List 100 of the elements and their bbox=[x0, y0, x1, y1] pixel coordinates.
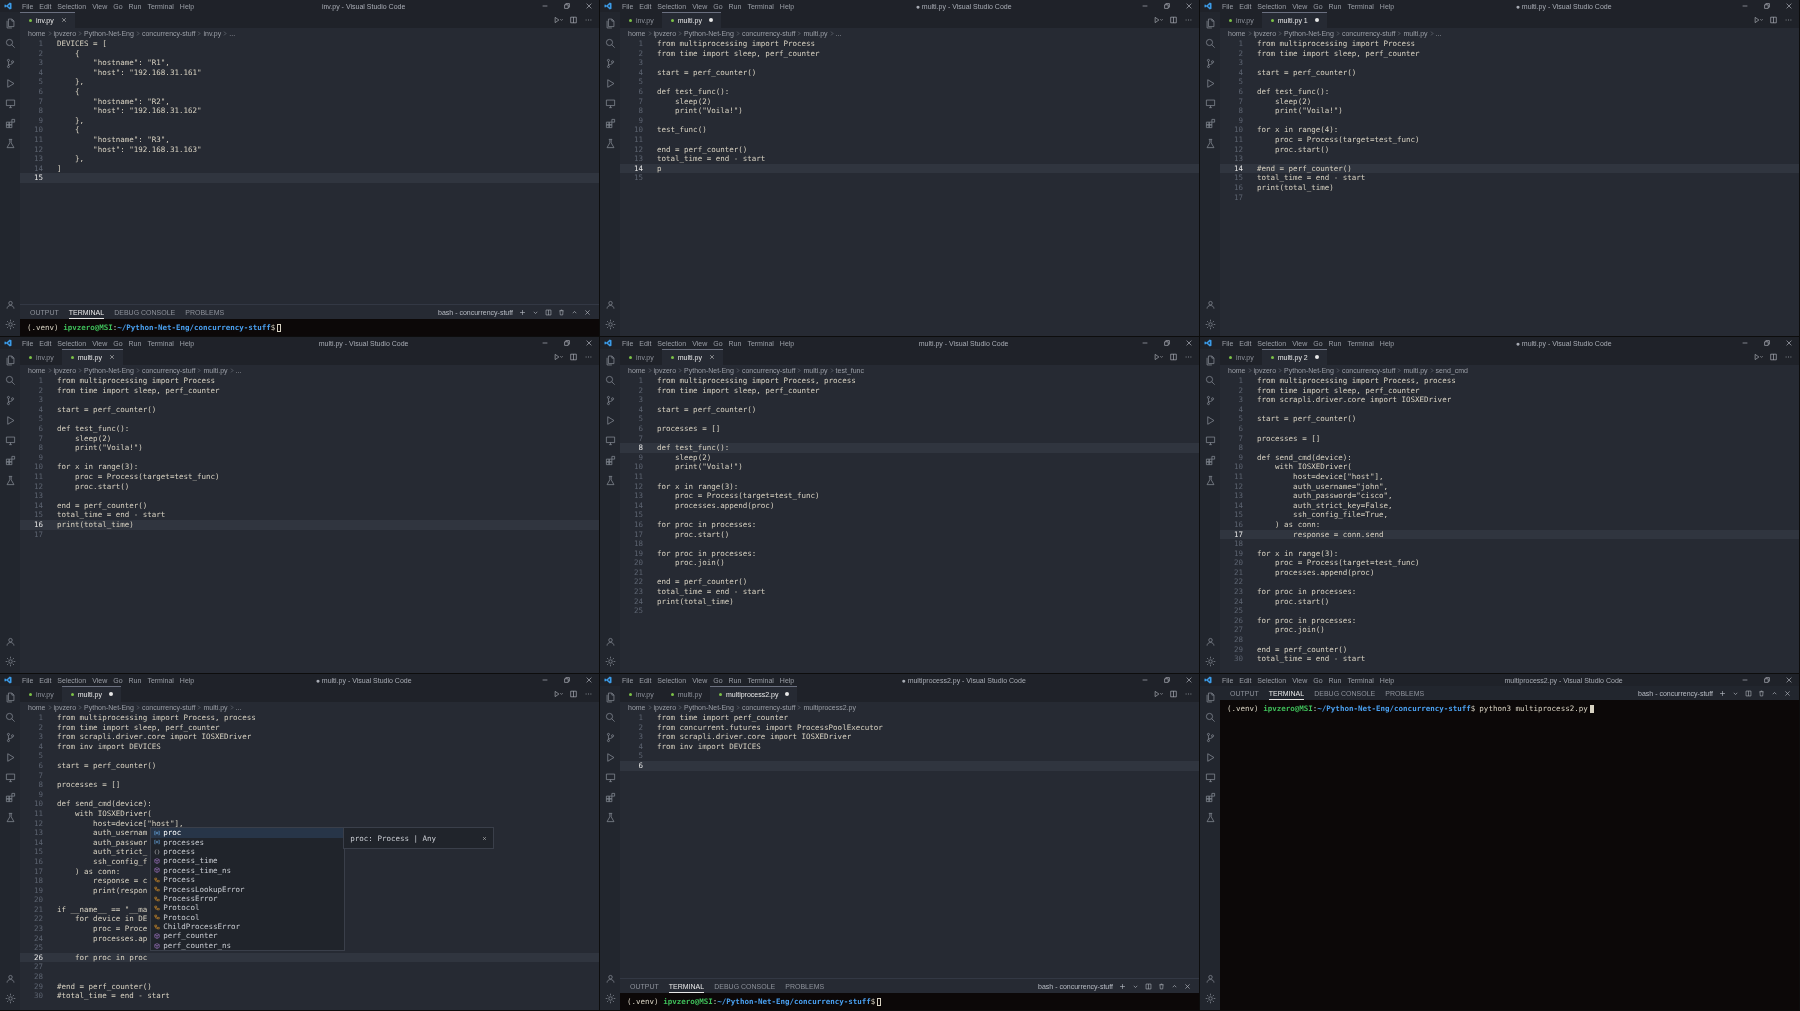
account-icon[interactable] bbox=[4, 973, 16, 984]
play-icon[interactable] bbox=[4, 78, 16, 89]
modified-dot[interactable] bbox=[1314, 355, 1319, 359]
branch-icon[interactable] bbox=[604, 395, 616, 406]
run-icon[interactable] bbox=[554, 353, 563, 361]
search-icon[interactable] bbox=[4, 375, 16, 386]
restore-icon[interactable] bbox=[1763, 339, 1771, 347]
play-icon[interactable] bbox=[604, 78, 616, 89]
flask-icon[interactable] bbox=[604, 138, 616, 149]
restore-icon[interactable] bbox=[1163, 2, 1171, 10]
run-icon[interactable] bbox=[554, 690, 563, 698]
play-icon[interactable] bbox=[4, 752, 16, 763]
flask-icon[interactable] bbox=[1204, 475, 1216, 486]
play-icon[interactable] bbox=[1204, 415, 1216, 426]
branch-icon[interactable] bbox=[4, 395, 16, 406]
close-icon[interactable] bbox=[1785, 2, 1793, 10]
branch-icon[interactable] bbox=[4, 58, 16, 69]
trash-icon[interactable] bbox=[1758, 689, 1765, 697]
search-icon[interactable] bbox=[604, 38, 616, 49]
files-icon[interactable] bbox=[604, 692, 616, 703]
run-icon[interactable] bbox=[1154, 690, 1163, 698]
account-icon[interactable] bbox=[604, 299, 616, 310]
blocks-icon[interactable] bbox=[1204, 792, 1216, 803]
flask-icon[interactable] bbox=[604, 475, 616, 486]
minimize-icon[interactable] bbox=[1141, 676, 1149, 684]
play-icon[interactable] bbox=[1204, 78, 1216, 89]
run-icon[interactable] bbox=[1154, 16, 1163, 24]
minimize-icon[interactable] bbox=[1741, 2, 1749, 10]
monitor-icon[interactable] bbox=[4, 435, 16, 446]
plus-icon[interactable] bbox=[1119, 982, 1126, 990]
branch-icon[interactable] bbox=[1204, 395, 1216, 406]
split-icon[interactable] bbox=[1745, 689, 1752, 697]
close-icon[interactable] bbox=[1185, 2, 1193, 10]
blocks-icon[interactable] bbox=[4, 792, 16, 803]
settings-icon[interactable] bbox=[4, 993, 16, 1004]
split-editor-icon[interactable] bbox=[1169, 16, 1178, 24]
monitor-icon[interactable] bbox=[4, 98, 16, 109]
close-icon[interactable] bbox=[60, 17, 67, 23]
split-editor-icon[interactable] bbox=[569, 16, 578, 24]
split-editor-icon[interactable] bbox=[569, 690, 578, 698]
account-icon[interactable] bbox=[604, 973, 616, 984]
flask-icon[interactable] bbox=[4, 475, 16, 486]
blocks-icon[interactable] bbox=[604, 792, 616, 803]
monitor-icon[interactable] bbox=[604, 435, 616, 446]
close-icon[interactable] bbox=[1785, 676, 1793, 684]
minimize-icon[interactable] bbox=[1741, 339, 1749, 347]
files-icon[interactable] bbox=[604, 355, 616, 366]
search-icon[interactable] bbox=[4, 712, 16, 723]
restore-icon[interactable] bbox=[563, 339, 571, 347]
close-icon[interactable] bbox=[585, 2, 593, 10]
split-editor-icon[interactable] bbox=[1769, 353, 1778, 361]
account-icon[interactable] bbox=[4, 299, 16, 310]
close-icon[interactable] bbox=[584, 308, 591, 316]
files-icon[interactable] bbox=[4, 18, 16, 29]
monitor-icon[interactable] bbox=[1204, 772, 1216, 783]
restore-icon[interactable] bbox=[563, 2, 571, 10]
files-icon[interactable] bbox=[1204, 692, 1216, 703]
restore-icon[interactable] bbox=[563, 676, 571, 684]
split-icon[interactable] bbox=[545, 308, 552, 316]
chevron-up-icon[interactable] bbox=[1771, 689, 1778, 697]
minimize-icon[interactable] bbox=[541, 339, 549, 347]
minimize-icon[interactable] bbox=[541, 676, 549, 684]
flask-icon[interactable] bbox=[4, 138, 16, 149]
account-icon[interactable] bbox=[4, 636, 16, 647]
minimize-icon[interactable] bbox=[1141, 2, 1149, 10]
files-icon[interactable] bbox=[4, 692, 16, 703]
account-icon[interactable] bbox=[1204, 973, 1216, 984]
close-icon[interactable] bbox=[1784, 689, 1791, 697]
monitor-icon[interactable] bbox=[1204, 98, 1216, 109]
run-icon[interactable] bbox=[1754, 16, 1763, 24]
monitor-icon[interactable] bbox=[604, 772, 616, 783]
branch-icon[interactable] bbox=[1204, 58, 1216, 69]
branch-icon[interactable] bbox=[1204, 732, 1216, 743]
restore-icon[interactable] bbox=[1763, 676, 1771, 684]
branch-icon[interactable] bbox=[604, 58, 616, 69]
settings-icon[interactable] bbox=[604, 656, 616, 667]
files-icon[interactable] bbox=[604, 18, 616, 29]
close-icon[interactable] bbox=[585, 339, 593, 347]
close-icon[interactable] bbox=[1785, 339, 1793, 347]
restore-icon[interactable] bbox=[1163, 339, 1171, 347]
minimize-icon[interactable] bbox=[541, 2, 549, 10]
plus-icon[interactable] bbox=[519, 308, 526, 316]
settings-icon[interactable] bbox=[4, 319, 16, 330]
search-icon[interactable] bbox=[1204, 712, 1216, 723]
restore-icon[interactable] bbox=[1163, 676, 1171, 684]
search-icon[interactable] bbox=[604, 712, 616, 723]
run-icon[interactable] bbox=[554, 16, 563, 24]
split-editor-icon[interactable] bbox=[1769, 16, 1778, 24]
search-icon[interactable] bbox=[1204, 375, 1216, 386]
close-icon[interactable] bbox=[482, 835, 488, 841]
settings-icon[interactable] bbox=[604, 319, 616, 330]
close-icon[interactable] bbox=[585, 676, 593, 684]
play-icon[interactable] bbox=[4, 415, 16, 426]
modified-dot[interactable] bbox=[1314, 18, 1319, 22]
chevron-up-icon[interactable] bbox=[1171, 982, 1178, 990]
close-icon[interactable] bbox=[708, 354, 715, 360]
restore-icon[interactable] bbox=[1763, 2, 1771, 10]
monitor-icon[interactable] bbox=[4, 772, 16, 783]
modified-dot[interactable] bbox=[785, 692, 790, 696]
close-icon[interactable] bbox=[1185, 339, 1193, 347]
